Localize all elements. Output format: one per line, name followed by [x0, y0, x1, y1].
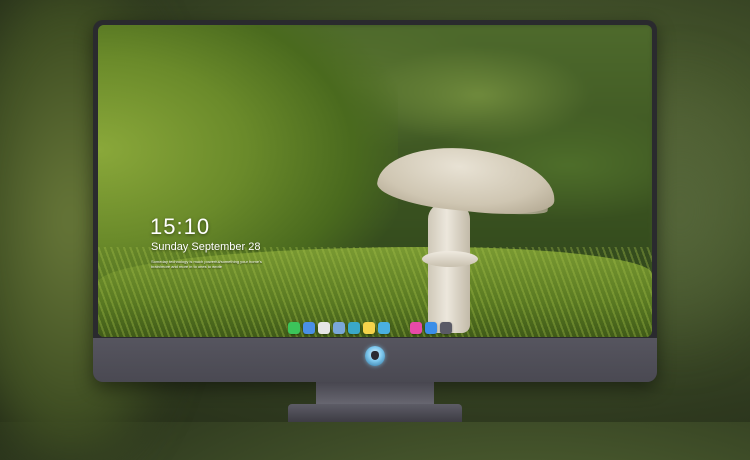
mushroom-ring — [422, 251, 478, 267]
lockscreen-date: Sunday September 28 — [151, 241, 261, 253]
lockscreen-time: 15:10 — [150, 214, 211, 239]
music-app-icon[interactable] — [410, 321, 422, 334]
preview-app-icon[interactable] — [333, 321, 345, 334]
brand-logo-icon — [365, 346, 385, 366]
monitor-stand-neck — [316, 382, 434, 406]
clapper-app-icon[interactable] — [348, 321, 360, 334]
lockscreen-note: Someday technology is much powerful/some… — [151, 259, 262, 269]
camera-app-icon[interactable] — [440, 321, 452, 334]
dock — [288, 320, 452, 335]
safari-app-icon[interactable] — [318, 321, 330, 334]
finder-app-icon[interactable] — [303, 321, 315, 334]
appstore-app-icon[interactable] — [425, 321, 437, 334]
photos-app-icon[interactable] — [378, 321, 390, 334]
wallpaper — [98, 25, 652, 337]
screen: 15:10 Sunday September 28 Someday techno… — [98, 25, 652, 337]
mushroom-stem — [428, 203, 470, 333]
notes-app-icon[interactable] — [363, 321, 375, 334]
messages-app-icon[interactable] — [288, 321, 300, 334]
monitor: 15:10 Sunday September 28 Someday techno… — [93, 20, 657, 382]
monitor-stand-base — [288, 404, 462, 422]
